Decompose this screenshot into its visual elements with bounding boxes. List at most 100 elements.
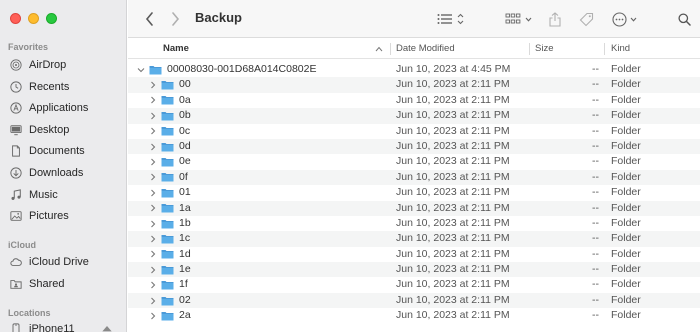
up-down-chevron-icon: [457, 13, 463, 25]
table-row[interactable]: 1c Jun 10, 2023 at 2:11 PM -- Folder: [128, 231, 700, 247]
file-name: 1d: [179, 247, 191, 260]
date-modified-cell: Jun 10, 2023 at 2:11 PM: [396, 278, 510, 291]
sidebar-item-icloud-drive[interactable]: iCloud Drive: [9, 253, 121, 271]
file-name: 0d: [179, 139, 191, 152]
disclosure-collapsed-icon[interactable]: [149, 96, 157, 104]
minimize-button[interactable]: [28, 13, 39, 24]
column-separator[interactable]: [529, 43, 530, 55]
file-name: 2a: [179, 309, 191, 322]
kind-cell: Folder: [611, 309, 641, 322]
disclosure-collapsed-icon[interactable]: [149, 312, 157, 320]
size-cell: --: [592, 293, 599, 306]
tag-icon: [579, 12, 593, 26]
table-row[interactable]: 1f Jun 10, 2023 at 2:11 PM -- Folder: [128, 277, 700, 292]
kind-cell: Folder: [611, 216, 641, 229]
name-cell: 1d: [149, 247, 191, 262]
zoom-button[interactable]: [46, 13, 57, 24]
disclosure-collapsed-icon[interactable]: [149, 235, 157, 243]
table-row[interactable]: 2a Jun 10, 2023 at 2:11 PM -- Folder: [128, 308, 700, 323]
table-row[interactable]: 0d Jun 10, 2023 at 2:11 PM -- Folder: [128, 138, 700, 155]
kind-cell: Folder: [611, 278, 641, 291]
column-size[interactable]: Size: [535, 39, 553, 59]
table-row[interactable]: 0b Jun 10, 2023 at 2:11 PM -- Folder: [128, 108, 700, 124]
disclosure-collapsed-icon[interactable]: [149, 281, 157, 289]
back-button[interactable]: [142, 10, 156, 28]
sidebar-item-recents[interactable]: Recents: [9, 78, 121, 96]
disclosure-collapsed-icon[interactable]: [149, 112, 157, 120]
sidebar-item-label: iCloud Drive: [29, 256, 89, 268]
table-row[interactable]: 0c Jun 10, 2023 at 2:11 PM -- Folder: [128, 124, 700, 139]
column-date-modified[interactable]: Date Modified: [396, 39, 455, 59]
sidebar-item-applications[interactable]: Applications: [9, 99, 121, 117]
table-row[interactable]: 1e Jun 10, 2023 at 2:11 PM -- Folder: [128, 262, 700, 278]
disclosure-collapsed-icon[interactable]: [149, 189, 157, 197]
column-separator[interactable]: [390, 43, 391, 55]
column-kind[interactable]: Kind: [611, 39, 630, 59]
folder-icon: [161, 142, 174, 152]
sidebar-item-label: Pictures: [29, 210, 69, 223]
date-modified-cell: Jun 10, 2023 at 4:45 PM: [396, 63, 511, 75]
share-button[interactable]: [548, 10, 562, 28]
disclosure-expanded-icon[interactable]: [137, 66, 145, 74]
name-cell: 0f: [149, 170, 188, 185]
document-icon: [9, 144, 23, 158]
sidebar-item-label: Documents: [29, 145, 85, 158]
size-cell: --: [592, 216, 599, 229]
group-button[interactable]: [504, 10, 532, 28]
disclosure-collapsed-icon[interactable]: [149, 127, 157, 135]
sidebar-item-pictures[interactable]: Pictures: [9, 207, 121, 225]
search-button[interactable]: [677, 10, 691, 28]
tags-button[interactable]: [578, 10, 594, 28]
sidebar-item-downloads[interactable]: Downloads: [9, 164, 121, 182]
table-row[interactable]: 1d Jun 10, 2023 at 2:11 PM -- Folder: [128, 247, 700, 262]
file-name: 1b: [179, 216, 191, 229]
kind-cell: Folder: [611, 263, 641, 276]
sidebar-item-documents[interactable]: Documents: [9, 142, 121, 160]
column-separator[interactable]: [604, 43, 605, 55]
disclosure-collapsed-icon[interactable]: [149, 173, 157, 181]
disclosure-collapsed-icon[interactable]: [149, 204, 157, 212]
eject-icon[interactable]: [101, 324, 113, 332]
table-row[interactable]: 00 Jun 10, 2023 at 2:11 PM -- Folder: [128, 77, 700, 93]
table-row[interactable]: 0f Jun 10, 2023 at 2:11 PM -- Folder: [128, 169, 700, 186]
folder-icon: [161, 111, 174, 121]
folder-icon: [161, 126, 174, 136]
more-actions-button[interactable]: [610, 10, 638, 28]
table-row[interactable]: 01 Jun 10, 2023 at 2:11 PM -- Folder: [128, 185, 700, 200]
sidebar-item-music[interactable]: Music: [9, 186, 121, 204]
cloud-icon: [9, 255, 23, 269]
table-row[interactable]: 0a Jun 10, 2023 at 2:11 PM -- Folder: [128, 93, 700, 108]
iphone-icon: [9, 322, 23, 332]
name-cell: 1a: [149, 201, 191, 216]
kind-cell: Folder: [611, 139, 641, 152]
disclosure-collapsed-icon[interactable]: [149, 220, 157, 228]
sidebar-item-iphone11[interactable]: iPhone11: [9, 320, 121, 332]
sidebar-item-label: Downloads: [29, 167, 84, 179]
disclosure-collapsed-icon[interactable]: [149, 250, 157, 258]
disclosure-collapsed-icon[interactable]: [149, 297, 157, 305]
sidebar-item-desktop[interactable]: Desktop: [9, 121, 121, 139]
table-row[interactable]: 0e Jun 10, 2023 at 2:11 PM -- Folder: [128, 154, 700, 169]
column-name[interactable]: Name: [163, 39, 189, 59]
sidebar-item-airdrop[interactable]: AirDrop: [9, 56, 121, 74]
date-modified-cell: Jun 10, 2023 at 2:11 PM: [396, 293, 510, 306]
table-row[interactable]: 1a Jun 10, 2023 at 2:11 PM -- Folder: [128, 200, 700, 216]
kind-cell: Folder: [611, 63, 641, 75]
disclosure-collapsed-icon[interactable]: [149, 266, 157, 274]
sidebar-item-label: iPhone11: [29, 323, 75, 332]
sidebar-item-shared[interactable]: Shared: [9, 275, 121, 293]
favorites-section-label: Favorites: [8, 42, 49, 52]
view-options-button[interactable]: [434, 10, 466, 28]
name-cell: 02: [149, 293, 191, 308]
table-row[interactable]: 02 Jun 10, 2023 at 2:11 PM -- Folder: [128, 292, 700, 309]
table-row[interactable]: 1b Jun 10, 2023 at 2:11 PM -- Folder: [128, 216, 700, 231]
date-modified-cell: Jun 10, 2023 at 2:11 PM: [396, 186, 510, 199]
disclosure-collapsed-icon[interactable]: [149, 143, 157, 151]
table-row[interactable]: 00008030-001D68A014C0802E Jun 10, 2023 at…: [128, 62, 700, 77]
close-button[interactable]: [10, 13, 21, 24]
sidebar-item-label: Recents: [29, 80, 70, 93]
disclosure-collapsed-icon[interactable]: [149, 158, 157, 166]
disclosure-collapsed-icon[interactable]: [149, 81, 157, 89]
forward-button[interactable]: [168, 10, 182, 28]
folder-icon: [161, 296, 174, 306]
